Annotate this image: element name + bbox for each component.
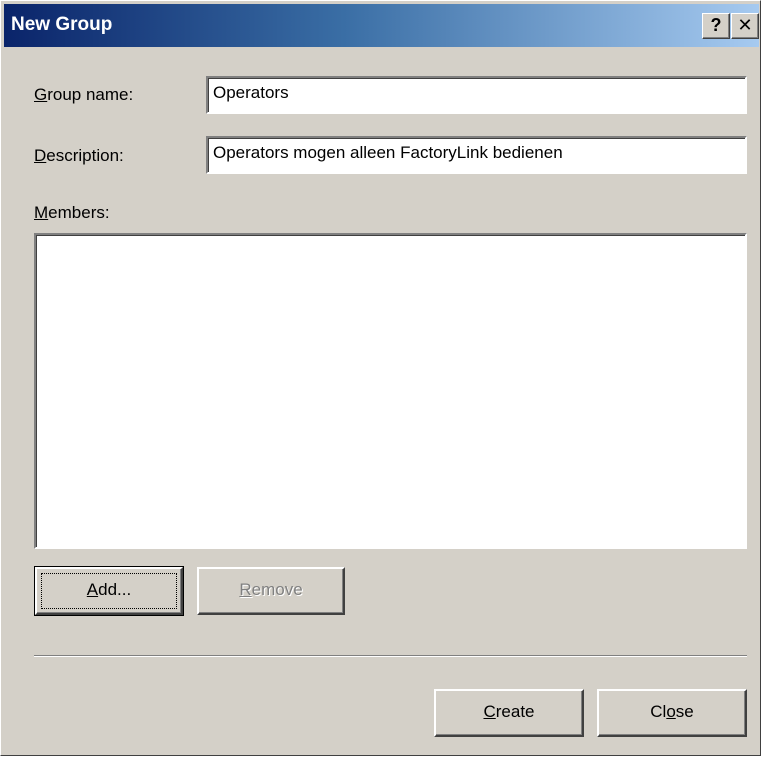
members-listbox[interactable]	[34, 233, 747, 549]
help-button[interactable]: ?	[702, 13, 730, 39]
group-name-label-text: roup name:	[47, 85, 134, 104]
members-label-text: embers:	[48, 203, 110, 222]
close-icon: ✕	[737, 15, 753, 35]
close-button[interactable]: Close	[597, 689, 747, 737]
group-name-mnemonic: G	[34, 85, 48, 104]
description-label: Description:	[34, 146, 124, 166]
group-name-input[interactable]: Operators	[206, 76, 747, 114]
remove-button[interactable]: Remove	[197, 567, 345, 615]
description-value: Operators mogen alleen FactoryLink bedie…	[213, 143, 563, 162]
description-mnemonic: D	[34, 146, 47, 165]
create-mnemonic: C	[483, 702, 496, 721]
close-label-after: se	[675, 702, 694, 721]
group-name-label: Group name:	[34, 85, 133, 105]
remove-label: emove	[251, 580, 303, 599]
description-input[interactable]: Operators mogen alleen FactoryLink bedie…	[206, 136, 747, 174]
separator	[34, 655, 747, 657]
close-label-before: Cl	[650, 702, 667, 721]
close-window-button[interactable]: ✕	[731, 13, 759, 39]
members-label: Members:	[34, 203, 110, 223]
window-title: New Group	[11, 14, 113, 35]
create-label: reate	[495, 702, 535, 721]
members-mnemonic: M	[34, 203, 49, 222]
create-button[interactable]: Create	[434, 689, 584, 737]
help-icon: ?	[710, 15, 722, 35]
close-mnemonic: o	[666, 702, 676, 721]
remove-mnemonic: R	[239, 580, 252, 599]
description-label-text: escription:	[46, 146, 124, 165]
title-bar[interactable]: New Group ? ✕	[4, 4, 759, 47]
new-group-dialog: New Group ? ✕ Group name: Operators Desc…	[0, 0, 761, 756]
add-button[interactable]: Add...	[34, 566, 184, 616]
focus-rectangle	[41, 573, 177, 609]
group-name-value: Operators	[213, 83, 289, 102]
